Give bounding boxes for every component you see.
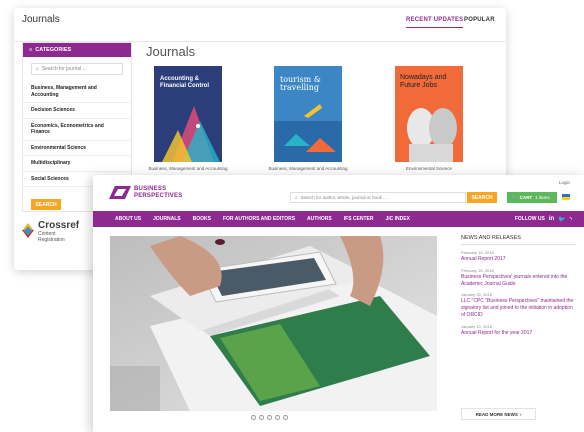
news-date: January 10, 2018 <box>461 323 492 329</box>
slider-dot[interactable] <box>259 415 264 420</box>
slider-dots <box>251 415 288 420</box>
linkedin-icon[interactable]: in <box>549 216 554 222</box>
tab-popular[interactable]: POPULAR <box>464 17 495 23</box>
cover-title: Nowadays and Future Jobs <box>400 74 447 89</box>
cover-caption: Environmental Science <box>405 166 453 171</box>
cover-caption: Business, Management and Accounting <box>268 166 348 171</box>
nav-books[interactable]: BOOKS <box>193 216 211 222</box>
main-nav: ABOUT US JOURNALS BOOKS FOR AUTHORS AND … <box>93 211 584 227</box>
nav-authors[interactable]: AUTHORS <box>307 216 332 222</box>
read-more-news-button[interactable]: READ MORE NEWS › <box>461 408 536 420</box>
screenshot-stage: Journals RECENT UPDATES POPULAR ≡ CATEGO… <box>0 0 584 432</box>
business-perspectives-window: BUSINESS PERSPECTIVES Login ⌕ Search for… <box>93 175 584 432</box>
cover-title: tourism & travelling <box>280 75 321 93</box>
slider-dot[interactable] <box>251 415 256 420</box>
crossref-sub2: Registration <box>38 237 65 243</box>
news-date: February 15, 2018 <box>461 267 494 273</box>
site-search-input[interactable]: ⌕ Search for author, article, journal or… <box>290 192 466 203</box>
category-item[interactable]: Business, Management and Accounting <box>23 81 131 103</box>
category-item[interactable]: Decision Sciences <box>23 103 131 119</box>
category-item[interactable]: Economics, Econometrics and Finance <box>23 119 131 141</box>
search-icon: ⌕ <box>295 195 298 200</box>
news-date: January 30, 2018 <box>461 292 492 298</box>
journal-cover-jobs[interactable]: Nowadays and Future Jobs <box>395 66 463 162</box>
category-search-button[interactable]: SEARCH <box>31 199 61 210</box>
follow-us-label: FOLLOW US <box>514 216 545 222</box>
news-title-link[interactable]: Annual Report for the year 2017 <box>461 330 576 337</box>
crossref-logo-icon <box>22 222 34 241</box>
crossref-badge[interactable]: Crossref Content Registration <box>22 220 79 243</box>
crossref-name: Crossref <box>38 220 80 231</box>
site-search-placeholder: Search for author, article, journal or b… <box>300 195 387 200</box>
nav-jic-index[interactable]: JIC INDEX <box>386 216 410 222</box>
ukraine-flag-icon[interactable] <box>562 194 570 200</box>
rss-icon[interactable]: ◝ <box>570 216 572 223</box>
site-logo[interactable]: BUSINESS PERSPECTIVES <box>109 186 182 199</box>
nav-for-authors-and-editors[interactable]: FOR AUTHORS AND EDITORS <box>223 216 295 222</box>
cover-caption: Business, Management and Accounting <box>148 166 228 171</box>
news-panel: NEWS AND RELEASES February 16, 2018 Annu… <box>461 235 576 336</box>
menu-icon: ≡ <box>29 47 33 53</box>
logo-mark-icon <box>109 186 131 199</box>
nav-about-us[interactable]: ABOUT US <box>115 216 141 222</box>
login-link[interactable]: Login <box>559 180 570 185</box>
journals-window-title: Journals <box>22 14 60 25</box>
category-item[interactable]: Environmental Science <box>23 141 131 156</box>
nav-journals[interactable]: JOURNALS <box>153 216 181 222</box>
cart-button[interactable]: 🛒 CART 1 items <box>507 192 557 203</box>
news-heading: NEWS AND RELEASES <box>461 235 576 245</box>
categories-header: ≡ CATEGORIES <box>23 43 131 57</box>
categories-label: CATEGORIES <box>35 47 72 53</box>
nav-ifs-center[interactable]: IFS CENTER <box>344 216 374 222</box>
cart-count: 1 items <box>535 195 550 200</box>
journal-search-input[interactable]: ⌕ Search for journal ... <box>31 63 123 75</box>
twitter-icon[interactable]: 🐦 <box>558 216 565 223</box>
site-header: BUSINESS PERSPECTIVES Login ⌕ Search for… <box>93 175 584 211</box>
site-search-button[interactable]: SEARCH <box>467 192 497 203</box>
search-icon: ⌕ <box>36 66 39 72</box>
follow-us: FOLLOW US in 🐦 ◝ <box>515 211 572 227</box>
tab-recent-updates[interactable]: RECENT UPDATES <box>406 17 464 28</box>
journal-cover-tourism[interactable]: tourism & travelling <box>274 66 342 162</box>
category-item[interactable]: Multidisciplinary <box>23 156 131 172</box>
slider-dot[interactable] <box>267 415 272 420</box>
journal-search-placeholder: Search for journal ... <box>41 66 87 72</box>
chevron-right-icon: › <box>519 411 522 417</box>
journals-topbar: Journals RECENT UPDATES POPULAR <box>14 8 506 42</box>
hero-photo <box>110 236 437 411</box>
cart-icon: 🛒 <box>511 194 517 200</box>
cover-title: Accounting & Financial Control <box>160 76 210 89</box>
journal-cover-accounting[interactable]: Accounting & Financial Control <box>154 66 222 162</box>
cart-label: CART <box>519 195 533 200</box>
news-title-link[interactable]: Annual Report 2017 <box>461 256 576 263</box>
news-title-link[interactable]: LLC "CPC "Business Perspectives" maintai… <box>461 298 576 318</box>
news-date: February 16, 2018 <box>461 250 494 255</box>
news-title-link[interactable]: Business Perspectives' journals entered … <box>461 274 576 288</box>
hero-slider-image[interactable] <box>110 236 437 411</box>
journals-heading: Journals <box>146 44 196 59</box>
read-more-news-label: READ MORE NEWS <box>475 411 518 417</box>
slider-dot[interactable] <box>275 415 280 420</box>
slider-dot[interactable] <box>283 415 288 420</box>
logo-line2: PERSPECTIVES <box>134 192 183 199</box>
